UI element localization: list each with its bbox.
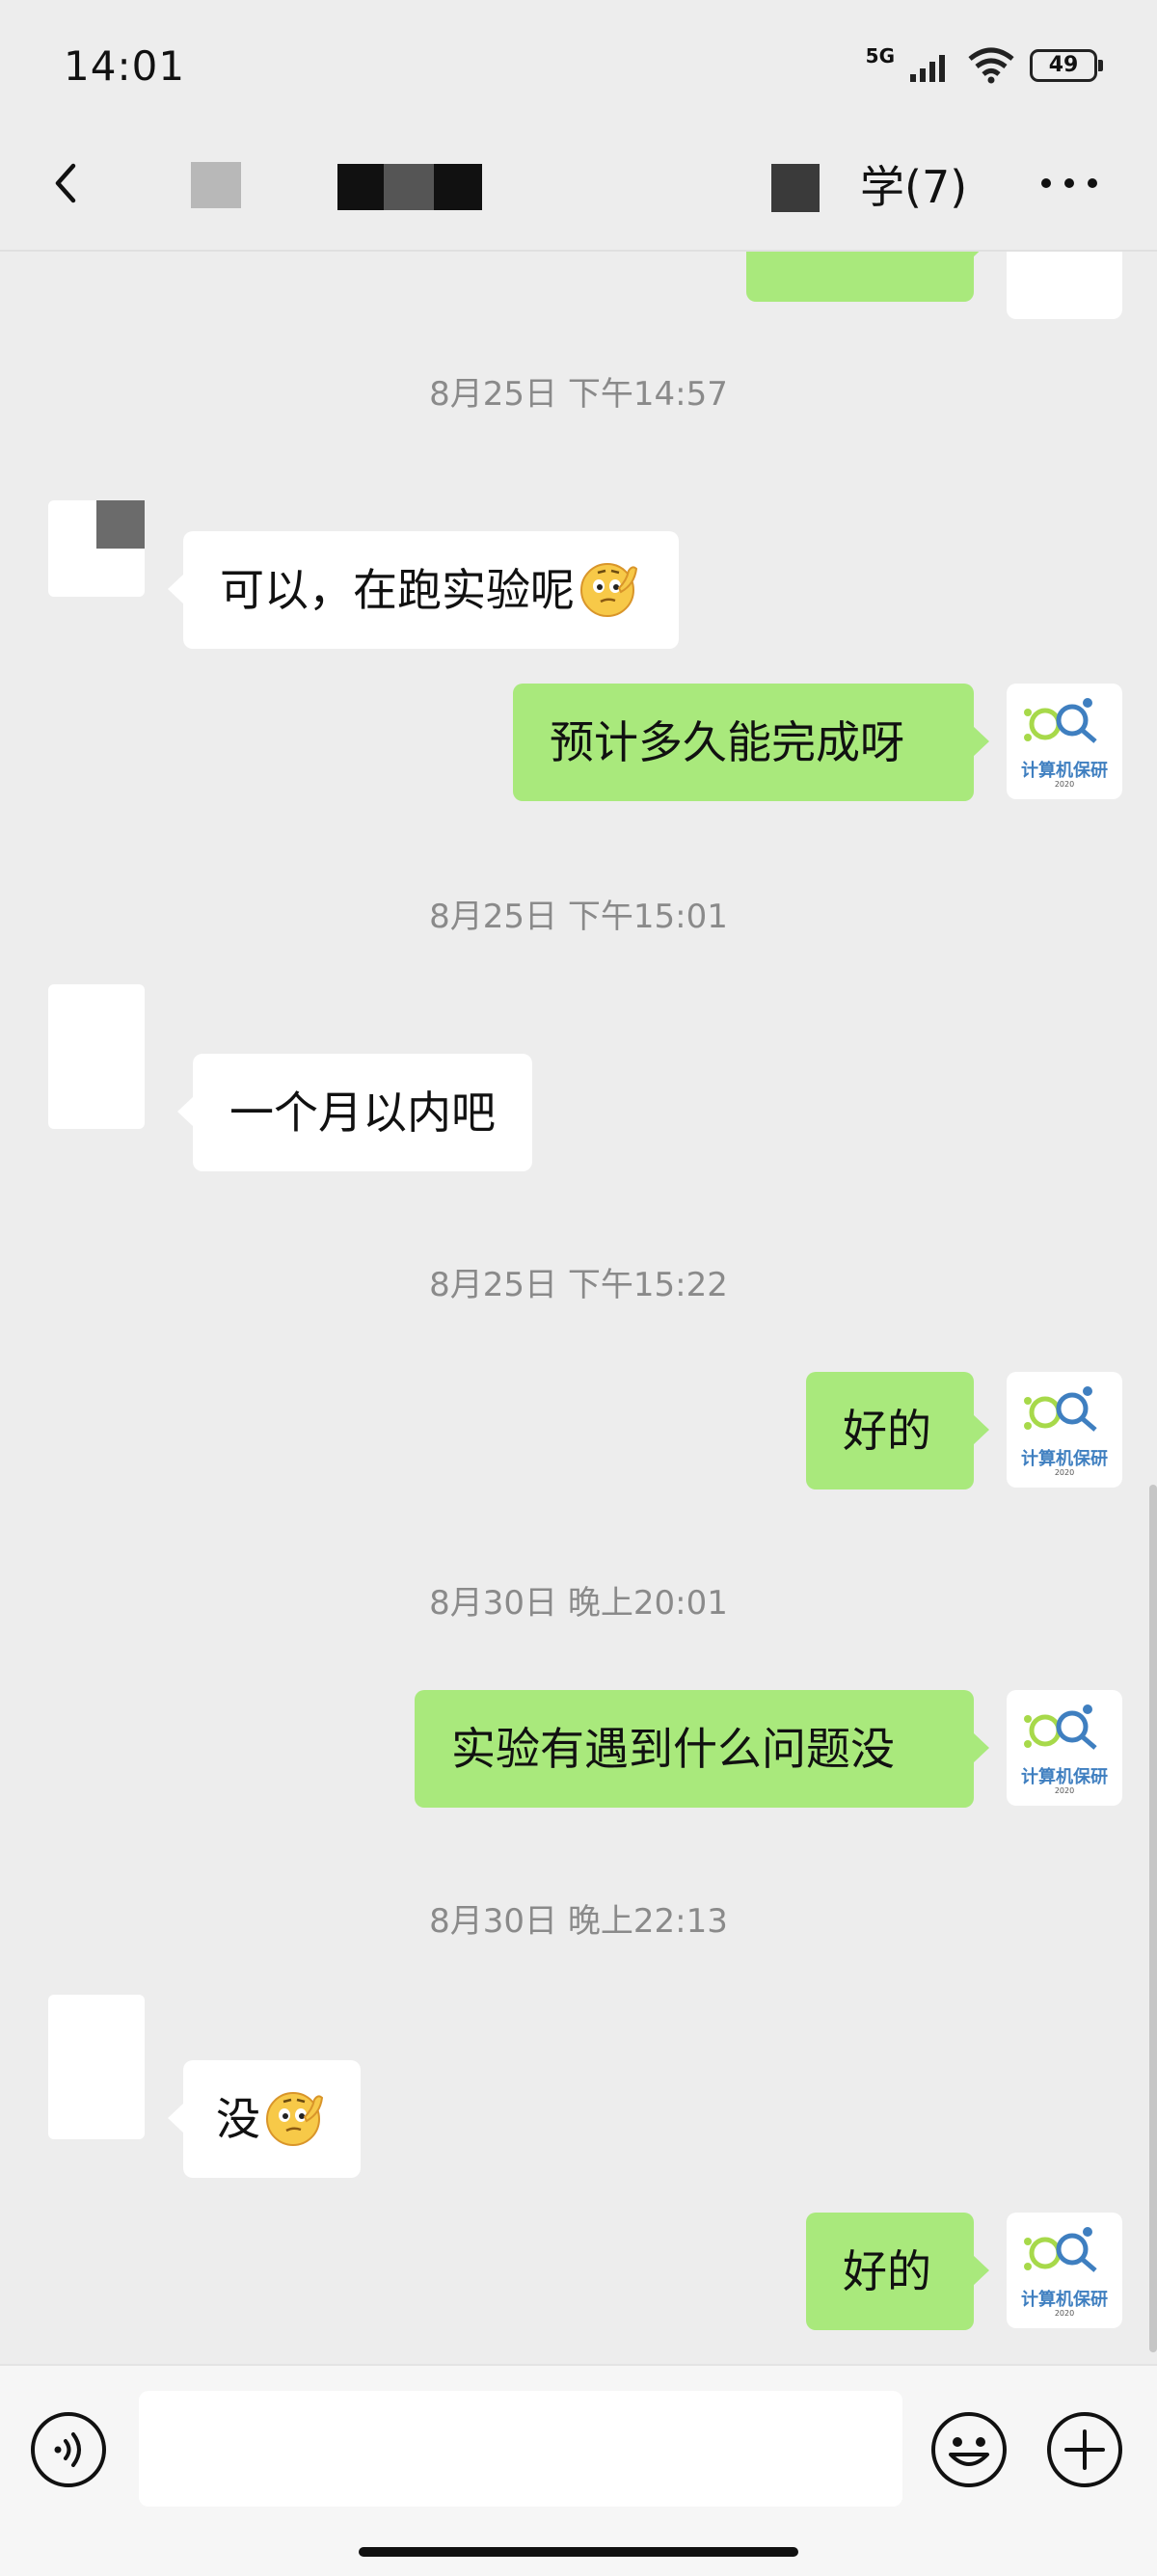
plus-icon[interactable] [1045,2410,1124,2489]
message-bubble-sent[interactable]: 好的 [806,1372,989,1489]
network-label: 5G [865,44,895,67]
avatar-other[interactable] [48,984,145,1129]
logo-year: 2020 [1054,1468,1075,1477]
signal-icon [910,55,945,82]
chat-area[interactable]: 8月25日 下午14:57 可以，在跑实验呢 预计多久能完成呀 计算机保研 20… [0,252,1157,2363]
status-time: 14:01 [64,42,186,90]
logo-text: 计算机保研 [1021,1449,1108,1469]
avatar-mine[interactable]: 计算机保研 2020 [1007,2213,1122,2328]
logo-text: 计算机保研 [1021,2290,1108,2310]
logo-icon [1024,1386,1097,1432]
message-bubble-partial[interactable] [746,252,989,302]
scrollbar[interactable] [1149,1485,1157,2352]
message-bubble-received[interactable]: 一个月以内吧 [177,1054,532,1171]
timestamp: 8月30日 晚上20:01 [429,1584,728,1623]
message-text: 没 [216,2093,260,2145]
voice-icon[interactable] [29,2410,108,2489]
avatar-other[interactable] [48,1995,145,2139]
timestamp: 8月25日 下午15:22 [429,1266,728,1304]
wifi-icon [968,47,1014,84]
chat-header: 学(7) [0,135,1157,251]
thinking-emoji-icon [266,2091,324,2146]
redacted-block [384,164,434,210]
battery-icon: 49 [1030,49,1103,82]
avatar-mine[interactable] [1007,252,1122,319]
status-bar: 14:01 5G 49 [0,0,1157,135]
timestamp: 8月25日 下午14:57 [429,375,728,414]
redacted-block [771,164,820,212]
logo-text: 计算机保研 [1021,761,1108,781]
avatar-other[interactable] [48,500,145,597]
redacted-block [191,162,241,208]
message-bubble-sent[interactable]: 实验有遇到什么问题没 [415,1690,989,1808]
back-chevron-icon[interactable] [39,154,96,212]
logo-icon [1024,1704,1097,1750]
message-text: 可以，在跑实验呢 [220,564,575,616]
message-bubble-received[interactable]: 没 [168,2060,361,2178]
avatar-mine[interactable]: 计算机保研 2020 [1007,1372,1122,1488]
message-input[interactable] [139,2391,902,2507]
logo-text: 计算机保研 [1021,1767,1108,1787]
logo-year: 2020 [1054,2309,1075,2318]
more-dots-icon[interactable] [1036,164,1103,202]
input-bar [0,2364,1157,2576]
avatar-mine[interactable]: 计算机保研 2020 [1007,1690,1122,1806]
logo-icon [1024,698,1097,743]
logo-year: 2020 [1054,1786,1075,1795]
chat-title: 学(7) [860,161,968,213]
timestamp: 8月30日 晚上22:13 [429,1902,728,1941]
timestamp: 8月25日 下午15:01 [429,898,728,936]
message-bubble-sent[interactable]: 好的 [806,2213,989,2330]
logo-icon [1024,2227,1097,2272]
thinking-emoji-icon [580,562,638,617]
status-icons: 5G 49 [865,44,1103,85]
home-indicator[interactable] [359,2547,798,2557]
smiley-icon[interactable] [929,2410,1009,2489]
logo-year: 2020 [1054,780,1075,789]
avatar-mine[interactable]: 计算机保研 2020 [1007,684,1122,799]
message-bubble-sent[interactable]: 预计多久能完成呀 [513,684,989,801]
message-bubble-received[interactable]: 可以，在跑实验呢 [168,531,679,649]
